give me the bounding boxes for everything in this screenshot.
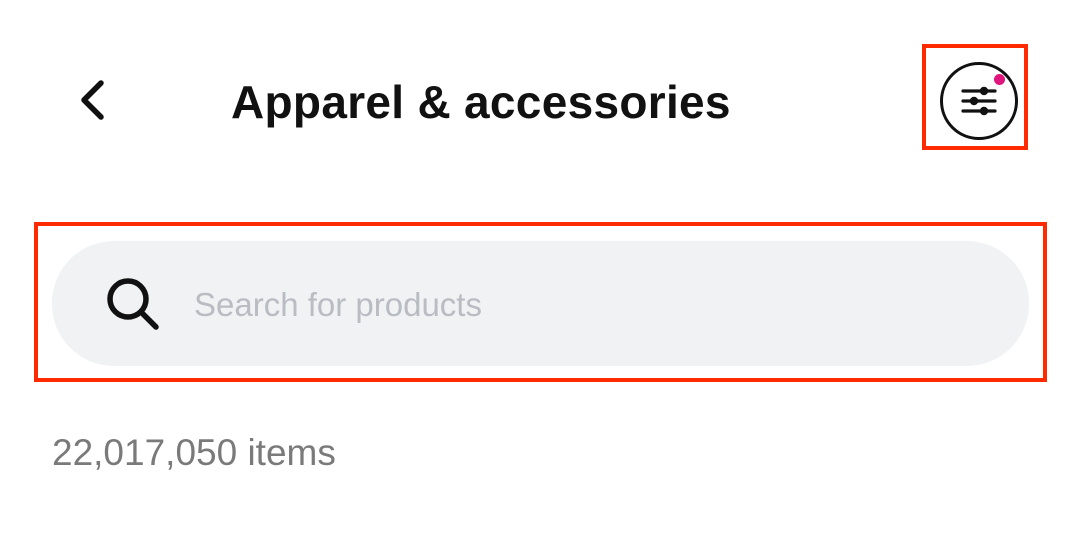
search-icon <box>107 278 159 330</box>
search-input[interactable] <box>192 241 996 368</box>
chevron-left-icon <box>81 80 104 120</box>
search-bar[interactable] <box>52 241 1029 368</box>
item-count: 22,017,050 items <box>52 432 336 473</box>
filter-active-indicator <box>994 74 1005 85</box>
filter-button[interactable] <box>940 62 1018 140</box>
sliders-icon <box>961 86 997 116</box>
page-title: Apparel & accessories <box>231 76 731 128</box>
filter-button-highlight <box>922 44 1028 150</box>
category-screen: Apparel & accessories 22,017,050 items <box>0 0 1080 536</box>
back-button[interactable] <box>60 66 124 134</box>
